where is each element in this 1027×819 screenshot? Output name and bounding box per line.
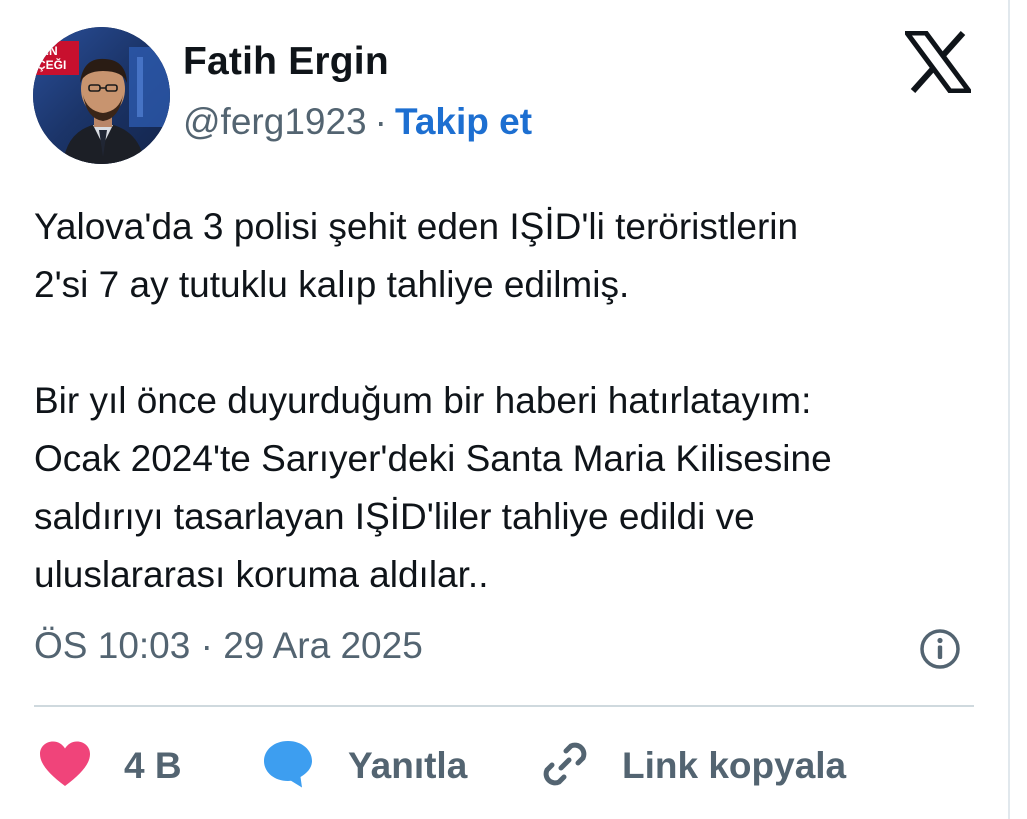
handle-separator: · xyxy=(374,101,387,142)
author-handle[interactable]: @ferg1923 xyxy=(183,101,367,142)
author-handle-row: @ferg1923 · Takip et xyxy=(183,101,532,143)
heart-icon xyxy=(38,740,92,793)
svg-text:ÇEĞI: ÇEĞI xyxy=(37,57,66,72)
tweet-timestamp[interactable]: ÖS 10:03 · 29 Ara 2025 xyxy=(34,625,423,667)
tweet-text: Yalova'da 3 polisi şehit eden IŞİD'li te… xyxy=(34,206,832,595)
follow-button[interactable]: Takip et xyxy=(395,101,532,142)
actions-divider xyxy=(34,705,974,707)
avatar-overlay-text: NIN xyxy=(37,44,58,58)
like-button[interactable]: 4 B xyxy=(38,730,182,802)
tweet-actions-bar: 4 B Yanıtla Link kopyala xyxy=(0,730,1010,810)
reply-label: Yanıtla xyxy=(348,745,468,786)
info-icon[interactable] xyxy=(919,628,961,670)
author-display-name[interactable]: Fatih Ergin xyxy=(183,40,389,84)
copy-link-label: Link kopyala xyxy=(622,745,847,786)
avatar-image: NIN ÇEĞI xyxy=(33,27,170,164)
avatar[interactable]: NIN ÇEĞI xyxy=(33,27,170,164)
like-count: 4 B xyxy=(124,745,182,786)
link-icon xyxy=(538,737,592,796)
speech-bubble-icon xyxy=(262,739,314,794)
reply-button[interactable]: Yanıtla xyxy=(262,730,467,802)
copy-link-button[interactable]: Link kopyala xyxy=(538,730,846,802)
tweet-embed-card: NIN ÇEĞI Fatih Ergin @ferg1923 · Takip et … xyxy=(0,0,1010,819)
x-logo-icon[interactable] xyxy=(902,30,974,94)
